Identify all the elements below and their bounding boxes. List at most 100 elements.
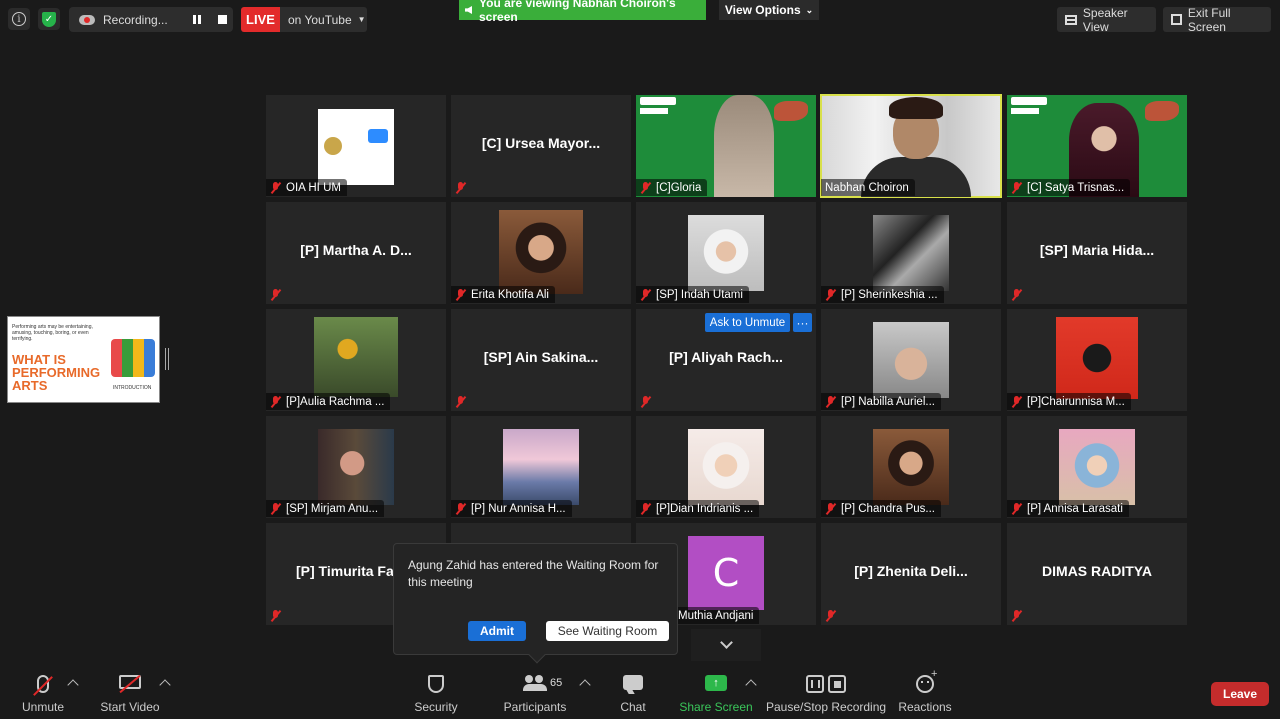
participant-name: [P] Annisa Larasati	[1027, 502, 1123, 515]
speaker-view-button[interactable]: Speaker View	[1057, 6, 1156, 34]
stop-recording-icon[interactable]	[218, 15, 227, 24]
reactions-icon	[916, 668, 937, 693]
participant-tile[interactable]: [P] Nabilla Auriel...	[821, 309, 1001, 411]
active-speaker-tile[interactable]: Nabhan Choiron	[820, 94, 1002, 198]
participants-label: Participants	[503, 700, 567, 714]
mic-muted-icon	[640, 502, 651, 515]
mic-muted-icon	[270, 288, 281, 301]
exit-full-screen-button[interactable]: Exit Full Screen	[1163, 6, 1271, 34]
pause-stop-recording-button[interactable]: Pause/Stop Recording	[766, 665, 886, 719]
leave-button[interactable]: Leave	[1211, 682, 1269, 706]
participant-name-plate: [C]Gloria	[636, 179, 708, 196]
start-video-button[interactable]: Start Video	[100, 665, 160, 719]
more-options-button[interactable]: ···	[793, 313, 812, 332]
mic-muted-icon	[1011, 395, 1022, 408]
participant-tile[interactable]: [P] Annisa Larasati	[1007, 416, 1187, 518]
audio-options-caret-icon[interactable]	[67, 679, 79, 691]
live-destination-dropdown[interactable]: on YouTube ▼	[280, 7, 367, 32]
recording-indicator: Recording...	[69, 7, 233, 32]
participant-tile[interactable]: Erita Khotifa Ali	[451, 202, 631, 304]
event-logo	[640, 97, 676, 105]
stop-icon	[828, 675, 846, 693]
participant-name: [P] Sherinkeshia ...	[841, 288, 938, 301]
cloud-recording-icon	[79, 14, 95, 25]
participant-video	[714, 95, 774, 197]
slide-small-text: Performing arts may be entertaining, amu…	[12, 324, 93, 342]
participant-tile[interactable]: [C] Ursea Mayor...	[451, 95, 631, 197]
mic-muted-icon	[455, 395, 466, 408]
mic-muted-icon	[455, 181, 466, 194]
participants-options-caret-icon[interactable]	[579, 679, 591, 691]
participant-tile[interactable]: [P] Nur Annisa H...	[451, 416, 631, 518]
participant-video-tile[interactable]: [C] Satya Trisnas...	[1007, 95, 1187, 197]
participant-video-tile[interactable]: [C]Gloria	[636, 95, 816, 197]
share-screen-button[interactable]: ↑ Share Screen	[679, 665, 753, 719]
participant-name: [P]Dian Indrianis ...	[656, 502, 754, 515]
pause-recording-icon[interactable]	[193, 15, 201, 24]
participant-tile[interactable]: [P] Zhenita Deli...	[821, 523, 1001, 625]
info-icon[interactable]: i	[8, 8, 30, 30]
participant-photo	[873, 215, 949, 291]
participant-photo	[503, 429, 579, 505]
participant-name-plate: [SP] Indah Utami	[636, 286, 749, 303]
admit-button[interactable]: Admit	[468, 621, 526, 641]
chevron-down-icon	[719, 636, 733, 649]
shared-screen-thumbnail[interactable]: Performing arts may be entertaining, amu…	[7, 316, 160, 403]
participant-name-plate: [P]Dian Indrianis ...	[636, 500, 760, 517]
participant-tile[interactable]: [P] Sherinkeshia ...	[821, 202, 1001, 304]
committee-label	[640, 108, 668, 114]
participant-tile[interactable]: [SP] Indah Utami	[636, 202, 816, 304]
participant-name: [P] Nur Annisa H...	[471, 502, 566, 515]
mic-muted-icon	[825, 288, 836, 301]
participant-name-plate: [P] Annisa Larasati	[1007, 500, 1129, 517]
mic-muted-icon	[270, 609, 281, 622]
waiting-room-notification: Agung Zahid has entered the Waiting Room…	[393, 543, 678, 664]
video-options-caret-icon[interactable]	[159, 679, 171, 691]
participant-tile[interactable]: [SP] Maria Hida...	[1007, 202, 1187, 304]
chat-icon	[623, 675, 643, 690]
panel-resize-handle[interactable]	[165, 348, 169, 370]
participant-tile[interactable]: [P]Aulia Rachma ...	[266, 309, 446, 411]
recording-controls-icon	[806, 675, 846, 693]
participant-tile[interactable]: DIMAS RADITYA	[1007, 523, 1187, 625]
unmute-button[interactable]: Unmute	[18, 665, 68, 719]
waiting-room-message: Agung Zahid has entered the Waiting Room…	[408, 558, 659, 589]
chat-label: Chat	[620, 700, 646, 714]
caret-down-icon: ▼	[357, 15, 366, 24]
participant-name: [P] Nabilla Auriel...	[841, 395, 935, 408]
security-button[interactable]: Security	[412, 665, 460, 719]
participant-center-name: [P] Zhenita Deli...	[854, 563, 968, 579]
committee-label	[1011, 108, 1039, 114]
participants-button[interactable]: 65 Participants	[503, 665, 567, 719]
participant-center-name: [P] Martha A. D...	[300, 242, 412, 258]
participant-name: [SP] Mirjam Anu...	[286, 502, 379, 515]
view-options-button[interactable]: View Options ⌄	[719, 0, 819, 20]
participant-tile[interactable]: [SP] Ain Sakina...	[451, 309, 631, 411]
participant-tile[interactable]: [P] Chandra Pus...	[821, 416, 1001, 518]
exit-full-screen-icon	[1171, 14, 1182, 25]
mic-muted-icon	[1011, 609, 1022, 622]
participant-tile[interactable]: [P]Dian Indrianis ...	[636, 416, 816, 518]
start-video-label: Start Video	[100, 700, 160, 714]
microphone-muted-icon	[37, 675, 49, 693]
encryption-shield-icon[interactable]: ✓	[38, 8, 60, 30]
participant-tile[interactable]: [P] Martha A. D...	[266, 202, 446, 304]
chat-button[interactable]: Chat	[615, 665, 651, 719]
participant-tile[interactable]: [P]Chairunnisa M...	[1007, 309, 1187, 411]
participant-name-plate: [P] Chandra Pus...	[821, 500, 941, 517]
participant-tile[interactable]: OIA HI UM	[266, 95, 446, 197]
participant-name-plate: Nabhan Choiron	[821, 179, 915, 196]
participant-count: 65	[550, 677, 563, 689]
reactions-button[interactable]: Reactions	[898, 665, 952, 719]
participant-tile[interactable]: [SP] Mirjam Anu...	[266, 416, 446, 518]
see-waiting-room-button[interactable]: See Waiting Room	[546, 621, 669, 641]
participant-center-name: DIMAS RADITYA	[1042, 563, 1152, 579]
participant-photo	[314, 317, 398, 397]
viewing-screen-banner: You are viewing Nabhan Choiron's screen	[459, 0, 706, 24]
popup-arrow	[528, 646, 546, 664]
mic-muted-icon	[640, 181, 651, 194]
ask-to-unmute-button[interactable]: Ask to Unmute	[705, 313, 790, 332]
mic-muted-icon	[270, 395, 281, 408]
participant-photo	[318, 429, 394, 505]
scroll-down-button[interactable]	[691, 629, 761, 661]
